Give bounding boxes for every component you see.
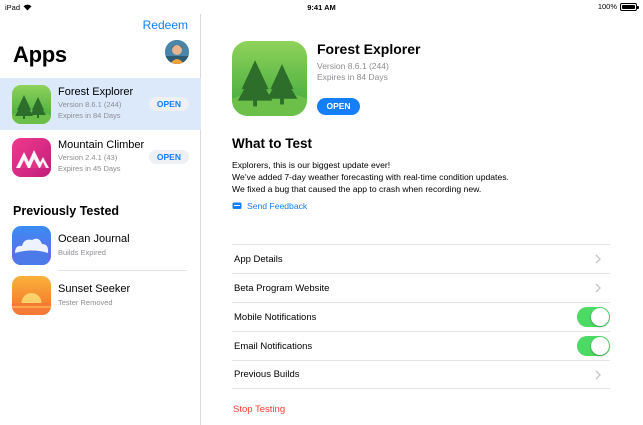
forest-explorer-icon <box>12 85 51 124</box>
redeem-button[interactable]: Redeem <box>143 18 188 32</box>
chevron-right-icon <box>595 370 601 379</box>
beta-program-website-row[interactable]: Beta Program Website <box>232 273 610 302</box>
open-button[interactable]: OPEN <box>148 150 189 164</box>
app-name: Mountain Climber <box>58 139 145 151</box>
app-row-mountain-climber[interactable]: Mountain Climber Version 2.4.1 (43) Expi… <box>0 131 201 183</box>
previously-tested-title: Previously Tested <box>13 204 120 218</box>
app-name: Ocean Journal <box>58 233 130 245</box>
status-bar: iPad 9:41 AM 100% <box>0 0 643 14</box>
row-label: Email Notifications <box>234 340 313 352</box>
ocean-journal-icon <box>12 226 51 265</box>
what-to-test-line: We’ve added 7-day weather forecasting wi… <box>232 172 509 182</box>
app-title: Forest Explorer <box>317 41 421 57</box>
app-expires: Expires in 84 Days <box>317 72 388 82</box>
battery-group: 100% <box>597 2 639 11</box>
app-name: Sunset Seeker <box>58 283 131 295</box>
stop-testing-button[interactable]: Stop Testing <box>233 404 285 415</box>
app-status: Tester Removed <box>58 298 113 307</box>
app-version: Version 2.4.1 (43) <box>58 153 118 162</box>
sidebar-title: Apps <box>13 42 67 67</box>
app-detail-pane: Forest Explorer Version 8.6.1 (244) Expi… <box>202 14 643 425</box>
previous-builds-row[interactable]: Previous Builds <box>232 360 610 389</box>
open-button[interactable]: OPEN <box>317 98 360 115</box>
settings-list: App Details Beta Program Website Mobile … <box>232 244 610 389</box>
app-name: Forest Explorer <box>58 86 134 98</box>
app-expires: Expires in 45 Days <box>58 164 121 173</box>
what-to-test-line: Explorers, this is our biggest update ev… <box>232 160 391 170</box>
mountain-climber-icon <box>12 138 51 177</box>
battery-percent: 100% <box>597 2 617 11</box>
sunset-seeker-icon <box>12 276 51 315</box>
what-to-test-line: We fixed a bug that caused the app to cr… <box>232 184 482 194</box>
mobile-notifications-toggle[interactable] <box>577 307 610 327</box>
row-label: Beta Program Website <box>234 282 330 294</box>
sidebar: Redeem Apps Forest Explorer Version 8.6.… <box>0 14 201 425</box>
row-label: Previous Builds <box>234 369 300 380</box>
forest-explorer-large-icon <box>232 41 307 116</box>
email-notifications-toggle[interactable] <box>577 336 610 356</box>
avatar[interactable] <box>165 40 189 64</box>
battery-icon <box>620 2 639 11</box>
chevron-right-icon <box>595 283 601 293</box>
send-feedback-label: Send Feedback <box>247 201 308 211</box>
what-to-test-title: What to Test <box>232 136 312 151</box>
open-button[interactable]: OPEN <box>148 97 189 111</box>
send-feedback-link[interactable]: Send Feedback <box>232 201 307 211</box>
feedback-icon <box>232 202 242 209</box>
app-row-ocean-journal[interactable]: Ocean Journal Builds Expired <box>0 220 201 270</box>
what-to-test-body: Explorers, this is our biggest update ev… <box>232 159 622 195</box>
row-label: App Details <box>234 253 283 265</box>
app-status: Builds Expired <box>58 248 106 257</box>
app-row-sunset-seeker[interactable]: Sunset Seeker Tester Removed <box>0 271 201 321</box>
chevron-right-icon <box>595 254 601 264</box>
status-time: 9:41 AM <box>307 3 336 12</box>
email-notifications-row: Email Notifications <box>232 331 610 360</box>
mobile-notifications-row: Mobile Notifications <box>232 302 610 331</box>
row-label: Mobile Notifications <box>234 311 317 323</box>
avatar-image <box>165 40 189 64</box>
app-row-forest-explorer[interactable]: Forest Explorer Version 8.6.1 (244) Expi… <box>0 78 201 130</box>
app-details-row[interactable]: App Details <box>232 244 610 273</box>
app-expires: Expires in 84 Days <box>58 111 121 120</box>
app-version: Version 8.6.1 (244) <box>58 100 122 109</box>
app-version: Version 8.6.1 (244) <box>317 61 389 71</box>
